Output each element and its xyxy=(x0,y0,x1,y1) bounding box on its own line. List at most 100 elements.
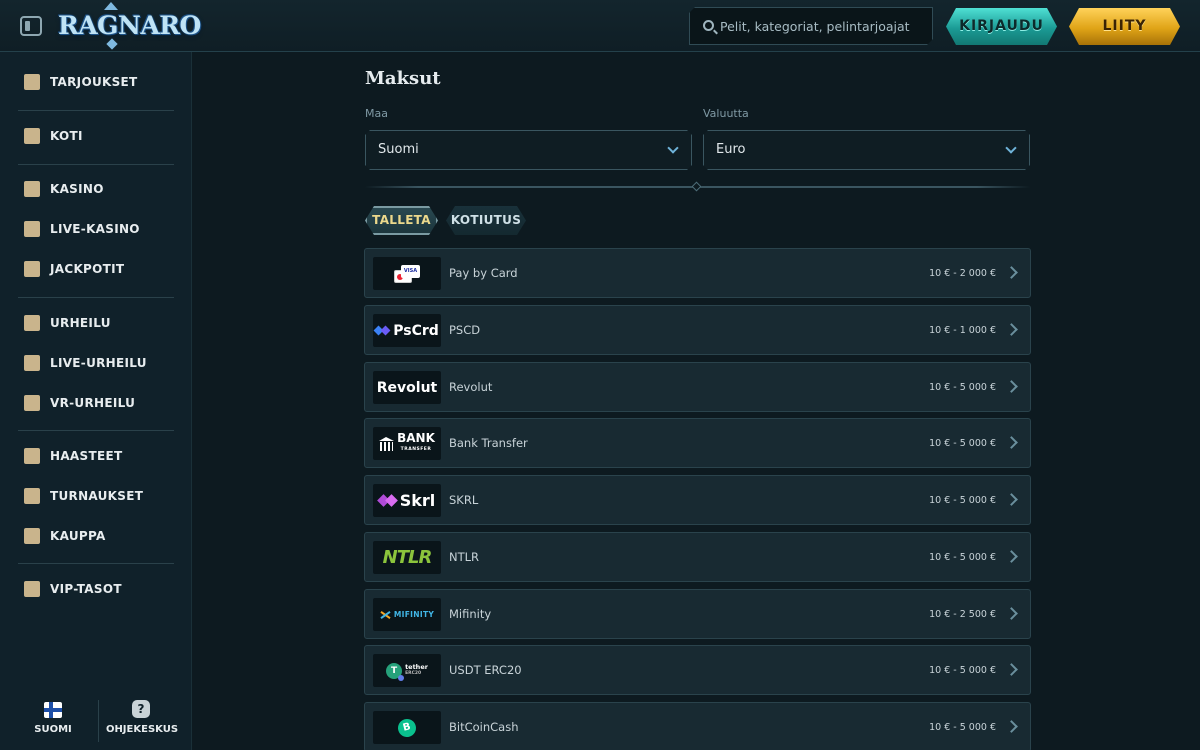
sidebar: TARJOUKSET KOTI KASINO LIVE-KASINO JACKP… xyxy=(0,52,192,750)
chevron-right-icon xyxy=(1005,607,1018,620)
payment-method-row[interactable]: B BitCoinCash 10 € - 5 000 € xyxy=(364,702,1031,750)
sidebar-divider xyxy=(18,164,174,165)
diamond-icon xyxy=(24,581,40,597)
payment-method-row[interactable]: BANK TRANSFER Bank Transfer 10 € - 5 000 … xyxy=(364,418,1031,468)
sidebar-item-label: TURNAUKSET xyxy=(50,489,144,503)
sidebar-item-label: TARJOUKSET xyxy=(50,75,138,89)
search-box[interactable] xyxy=(689,7,933,45)
top-bar: RAGNARO KIRJAUDU LIITY xyxy=(0,0,1200,52)
sidebar-item-jackpotit[interactable]: JACKPOTIT xyxy=(0,251,190,287)
payment-method-row[interactable]: MIFINITY Mifinity 10 € - 2 500 € xyxy=(364,589,1031,639)
help-icon: ? xyxy=(132,700,150,718)
sidebar-divider xyxy=(18,110,174,111)
gift-icon xyxy=(24,74,40,90)
vr-headset-icon xyxy=(24,395,40,411)
method-name: Revolut xyxy=(449,380,493,394)
sidebar-item-label: KAUPPA xyxy=(50,529,106,543)
help-label: OHJEKESKUS xyxy=(105,724,179,735)
country-value: Suomi xyxy=(378,142,419,157)
payment-method-row[interactable]: NTLR NTLR 10 € - 5 000 € xyxy=(364,532,1031,582)
tab-withdraw[interactable]: KOTIUTUS xyxy=(446,206,526,235)
sidebar-item-tarjoukset[interactable]: TARJOUKSET xyxy=(0,64,190,100)
country-label: Maa xyxy=(365,107,388,120)
method-name: Mifinity xyxy=(449,607,492,621)
sidebar-item-kasino[interactable]: KASINO xyxy=(0,171,190,207)
payment-method-row[interactable]: PsCrd PSCD 10 € - 1 000 € xyxy=(364,305,1031,355)
tab-deposit[interactable]: TALLETA xyxy=(365,206,438,235)
method-name: USDT ERC20 xyxy=(449,663,522,677)
sidebar-item-label: LIVE-KASINO xyxy=(50,222,140,236)
live-badge-icon xyxy=(24,355,40,371)
method-range: 10 € - 2 500 € xyxy=(929,609,996,620)
clover-icon xyxy=(24,261,40,277)
method-name: SKRL xyxy=(449,493,479,507)
method-range: 10 € - 5 000 € xyxy=(929,722,996,733)
sidebar-item-label: KOTI xyxy=(50,129,83,143)
chevron-right-icon xyxy=(1005,550,1018,563)
finland-flag-icon xyxy=(44,702,62,718)
shop-bag-icon xyxy=(24,528,40,544)
method-name: Bank Transfer xyxy=(449,436,528,450)
sidebar-item-label: KASINO xyxy=(50,182,104,196)
sidebar-item-vr-urheilu[interactable]: VR-URHEILU xyxy=(0,385,190,421)
sidebar-footer: SUOMI ? OHJEKESKUS xyxy=(0,692,190,750)
currency-label: Valuutta xyxy=(703,107,749,120)
ntlr-logo: NTLR xyxy=(373,541,441,574)
sidebar-item-label: LIVE-URHEILU xyxy=(50,356,147,370)
language-label: SUOMI xyxy=(34,724,72,735)
sidebar-item-live-urheilu[interactable]: LIVE-URHEILU xyxy=(0,345,190,381)
join-button[interactable]: LIITY xyxy=(1069,8,1180,45)
logo-gem-icon xyxy=(106,38,118,50)
slot-machine-icon xyxy=(24,181,40,197)
sidebar-item-haasteet[interactable]: HAASTEET xyxy=(0,438,190,474)
sidebar-item-urheilu[interactable]: URHEILU xyxy=(0,305,190,341)
bank-transfer-logo: BANK TRANSFER xyxy=(373,427,441,460)
chevron-right-icon xyxy=(1005,720,1018,733)
method-range: 10 € - 5 000 € xyxy=(929,438,996,449)
soccer-ball-icon xyxy=(24,315,40,331)
logo-crown-icon xyxy=(104,2,118,10)
skrl-logo: Skrl xyxy=(373,484,441,517)
country-select[interactable]: Suomi xyxy=(365,130,692,170)
mifinity-logo: MIFINITY xyxy=(373,598,441,631)
sidebar-item-kauppa[interactable]: KAUPPA xyxy=(0,518,190,554)
payment-method-row[interactable]: Skrl SKRL 10 € - 5 000 € xyxy=(364,475,1031,525)
sidebar-item-live-kasino[interactable]: LIVE-KASINO xyxy=(0,211,190,247)
chevron-down-icon xyxy=(1005,142,1016,153)
login-button[interactable]: KIRJAUDU xyxy=(946,8,1057,45)
trophy-icon xyxy=(24,488,40,504)
home-icon xyxy=(24,128,40,144)
playing-card-icon xyxy=(24,221,40,237)
logo[interactable]: RAGNARO xyxy=(58,2,201,50)
sidebar-item-turnaukset[interactable]: TURNAUKSET xyxy=(0,478,190,514)
sidebar-item-label: VIP-TASOT xyxy=(50,582,122,596)
search-input[interactable] xyxy=(720,8,926,44)
badge-icon xyxy=(24,448,40,464)
chevron-right-icon xyxy=(1005,493,1018,506)
method-range: 10 € - 5 000 € xyxy=(929,382,996,393)
payment-method-row[interactable]: Ttether ERC20 USDT ERC20 10 € - 5 000 € xyxy=(364,645,1031,695)
ornament-diamond-icon xyxy=(691,181,702,192)
method-name: NTLR xyxy=(449,550,480,564)
chevron-right-icon xyxy=(1005,380,1018,393)
chevron-down-icon xyxy=(667,142,678,153)
currency-select[interactable]: Euro xyxy=(703,130,1030,170)
chevron-right-icon xyxy=(1005,436,1018,449)
sidebar-toggle-icon[interactable] xyxy=(20,16,42,36)
divider-ornament xyxy=(365,181,1030,192)
sidebar-item-koti[interactable]: KOTI xyxy=(0,118,190,154)
method-range: 10 € - 5 000 € xyxy=(929,665,996,676)
sidebar-item-vip-tasot[interactable]: VIP-TASOT xyxy=(0,571,190,607)
bitcoincash-logo: B xyxy=(373,711,441,744)
currency-value: Euro xyxy=(716,142,746,157)
sidebar-divider xyxy=(18,297,174,298)
method-name: PSCD xyxy=(449,323,481,337)
method-name: BitCoinCash xyxy=(449,720,519,734)
pscd-logo: PsCrd xyxy=(373,314,441,347)
search-icon xyxy=(703,20,714,31)
method-range: 10 € - 2 000 € xyxy=(929,268,996,279)
payment-method-row[interactable]: Revolut Revolut 10 € - 5 000 € xyxy=(364,362,1031,412)
method-name: Pay by Card xyxy=(449,266,518,280)
payment-method-row[interactable]: VISA Pay by Card 10 € - 2 000 € xyxy=(364,248,1031,298)
method-range: 10 € - 5 000 € xyxy=(929,552,996,563)
